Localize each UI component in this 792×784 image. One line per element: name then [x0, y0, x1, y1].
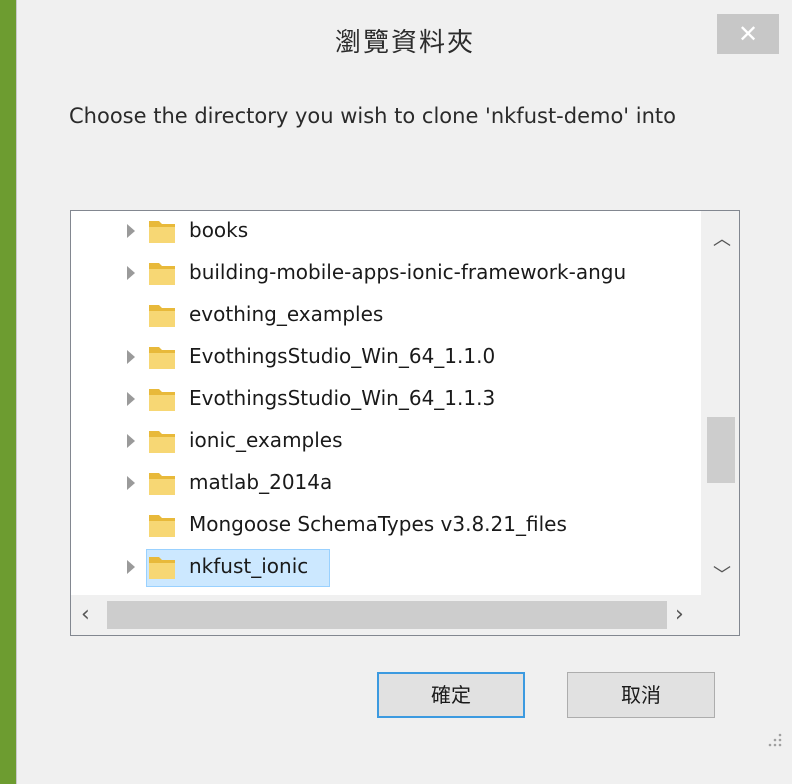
background-edge [0, 0, 16, 784]
horizontal-scroll-thumb[interactable] [107, 601, 667, 629]
resize-grip-icon[interactable] [765, 730, 783, 748]
tree-item[interactable]: EvothingsStudio_Win_64_1.1.0 [71, 337, 701, 379]
title-bar[interactable]: 瀏覽資料夾 ✕ [17, 0, 792, 84]
folder-icon [149, 221, 175, 243]
ok-button[interactable]: 確定 [377, 672, 525, 718]
folder-tree-rows: books building-mobile-apps-ionic-framewo… [71, 211, 701, 595]
expand-arrow-icon[interactable] [127, 392, 135, 406]
expand-arrow-icon[interactable] [127, 350, 135, 364]
tree-item[interactable]: matlab_2014a [71, 463, 701, 505]
tree-item-label: nkfust_ionic [189, 554, 309, 578]
horizontal-scrollbar[interactable]: ‹ › [71, 595, 701, 635]
scroll-right-icon[interactable]: › [675, 602, 684, 627]
tree-item-label: EvothingsStudio_Win_64_1.1.0 [189, 344, 496, 368]
expand-arrow-icon[interactable] [127, 476, 135, 490]
folder-icon [149, 473, 175, 495]
folder-icon [149, 347, 175, 369]
tree-item[interactable]: books [71, 211, 701, 253]
tree-item-label: building-mobile-apps-ionic-framework-ang… [189, 260, 627, 284]
scroll-down-icon[interactable]: ﹀ [713, 561, 731, 587]
close-button[interactable]: ✕ [717, 14, 779, 54]
folder-icon [149, 389, 175, 411]
folder-icon [149, 305, 175, 327]
vertical-scroll-thumb[interactable] [707, 417, 735, 483]
tree-item-label: Mongoose SchemaTypes v3.8.21_files [189, 512, 567, 536]
tree-item[interactable]: evothing_examples [71, 295, 701, 337]
expand-arrow-icon[interactable] [127, 266, 135, 280]
tree-item[interactable]: ionic_examples [71, 421, 701, 463]
browse-folder-dialog: 瀏覽資料夾 ✕ Choose the directory you wish to… [16, 0, 792, 784]
scroll-up-icon[interactable]: ︿ [713, 225, 731, 251]
expand-arrow-icon[interactable] [127, 560, 135, 574]
tree-item[interactable]: Mongoose SchemaTypes v3.8.21_files [71, 505, 701, 547]
tree-item-selected[interactable]: nkfust_ionic [71, 547, 701, 589]
tree-item[interactable]: EvothingsStudio_Win_64_1.1.3 [71, 379, 701, 421]
prompt-text: Choose the directory you wish to clone '… [69, 104, 676, 128]
tree-item-label: books [189, 218, 249, 242]
scroll-left-icon[interactable]: ‹ [81, 602, 90, 627]
scrollbar-corner [701, 595, 739, 635]
folder-icon [149, 263, 175, 285]
tree-item-label: matlab_2014a [189, 470, 333, 494]
tree-item-label: ionic_examples [189, 428, 343, 452]
folder-icon [149, 515, 175, 537]
tree-item-label: EvothingsStudio_Win_64_1.1.3 [189, 386, 496, 410]
folder-icon [149, 557, 175, 579]
folder-tree[interactable]: books building-mobile-apps-ionic-framewo… [70, 210, 740, 636]
expand-arrow-icon[interactable] [127, 224, 135, 238]
folder-icon [149, 431, 175, 453]
tree-item-label: evothing_examples [189, 302, 384, 326]
dialog-title: 瀏覽資料夾 [334, 28, 475, 58]
expand-arrow-icon[interactable] [127, 434, 135, 448]
cancel-button[interactable]: 取消 [567, 672, 715, 718]
tree-item[interactable]: building-mobile-apps-ionic-framework-ang… [71, 253, 701, 295]
close-icon: ✕ [737, 20, 759, 48]
vertical-scrollbar[interactable]: ︿ ﹀ [701, 211, 739, 595]
